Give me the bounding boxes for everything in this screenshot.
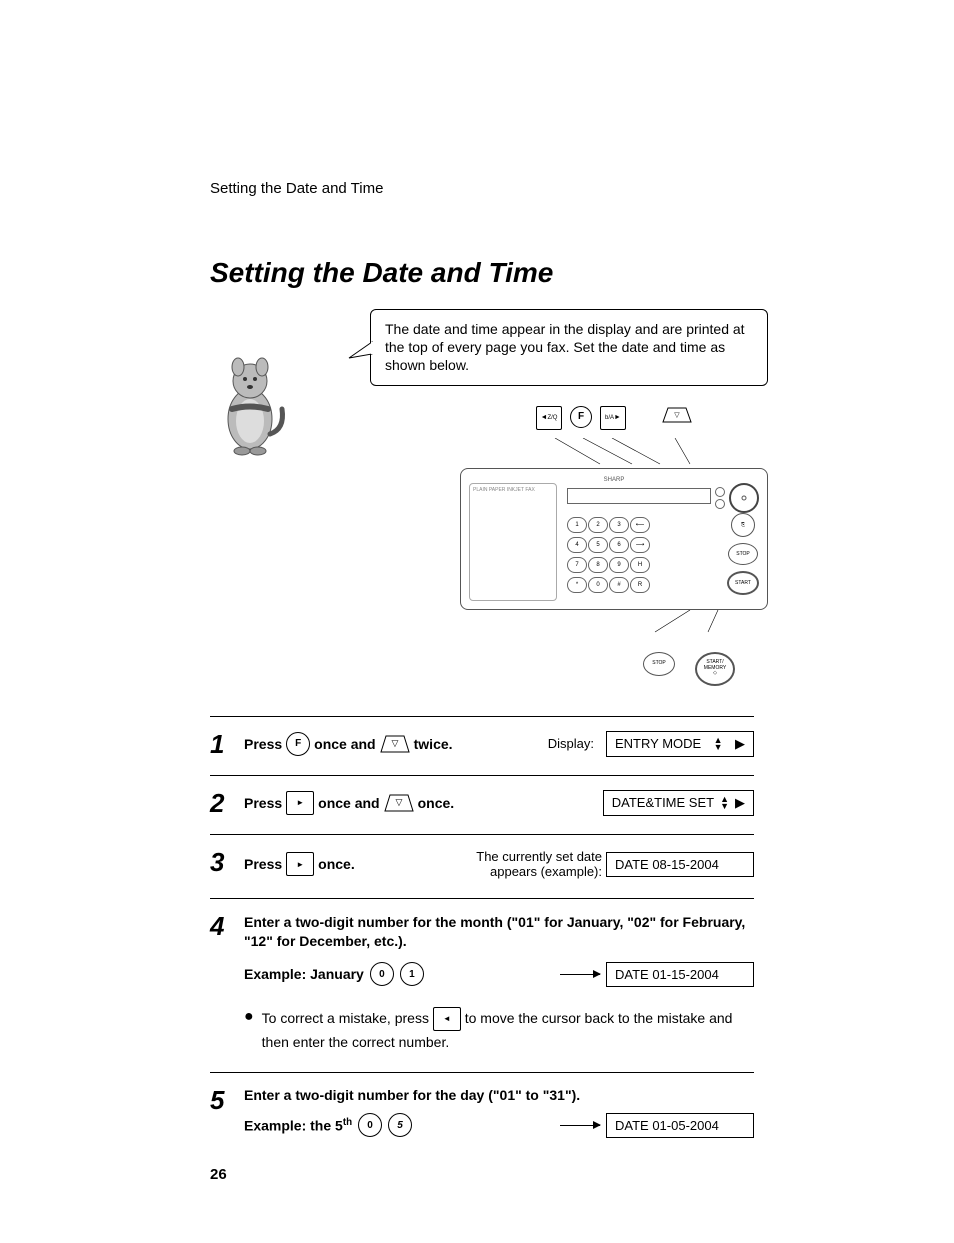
device-diagram: ◄Z/Q F b/A► ▽ SHARP PLAIN PAPER INKJ bbox=[460, 406, 768, 686]
arrow-right-icon bbox=[560, 1125, 600, 1126]
keypad-0-icon: 0 bbox=[370, 962, 394, 986]
stop-button-icon: STOP bbox=[728, 543, 758, 565]
arrow-right-icon bbox=[560, 974, 600, 975]
svg-text:▽: ▽ bbox=[391, 738, 398, 748]
speech-bubble: The date and time appear in the display … bbox=[370, 309, 768, 386]
start-key-callout: START/ MEMORY ◇ bbox=[695, 652, 735, 686]
up-down-arrows-icon: ▲▼ bbox=[714, 737, 723, 750]
device-lcd bbox=[567, 488, 711, 504]
right-arrow-key-icon: ► bbox=[286, 791, 314, 815]
menu-key-icon: ▽ bbox=[662, 406, 692, 424]
display-label: Display: bbox=[548, 736, 594, 751]
up-down-arrows-icon: ▲▼ bbox=[720, 796, 729, 809]
menu-key-icon: ▽ bbox=[384, 793, 414, 813]
display-readout: DATE 01-05-2004 bbox=[606, 1113, 754, 1138]
function-key-icon: F bbox=[286, 732, 310, 756]
right-arrow-key-icon: ► bbox=[286, 852, 314, 876]
page-title: Setting the Date and Time bbox=[210, 257, 754, 289]
keypad-1-icon: 1 bbox=[400, 962, 424, 986]
device-keypad: 123⟵ 456⟶ 789H *0#R bbox=[567, 517, 648, 595]
running-header: Setting the Date and Time bbox=[210, 180, 754, 197]
stop-key-callout: STOP bbox=[643, 652, 675, 676]
display-readout: DATE&TIME SET ▲▼ ▶ bbox=[603, 790, 754, 816]
svg-text:▽: ▽ bbox=[674, 412, 680, 419]
function-key-icon: F bbox=[570, 406, 592, 428]
menu-key-icon: ▽ bbox=[380, 734, 410, 754]
display-readout: DATE 01-15-2004 bbox=[606, 962, 754, 987]
display-readout: ENTRY MODE ▲▼ ▶ bbox=[606, 731, 754, 757]
step-1: 1 Press F once and ▽ twice. Display: ENT… bbox=[210, 716, 754, 775]
step-2: 2 Press ► once and ▽ once. DATE&TIME SET… bbox=[210, 775, 754, 834]
bullet-icon: ● bbox=[244, 1007, 254, 1026]
copy-button-icon: ⎘ bbox=[731, 513, 755, 537]
keypad-5-icon: 5 bbox=[388, 1113, 412, 1137]
start-button-icon: START bbox=[727, 571, 759, 595]
left-arrow-key-icon: ◄Z/Q bbox=[536, 406, 562, 430]
step-3: 3 Press ► once. The currently set date a… bbox=[210, 834, 754, 898]
step-number: 4 bbox=[210, 913, 232, 939]
step-number: 3 bbox=[210, 849, 232, 875]
svg-text:▽: ▽ bbox=[395, 797, 402, 807]
display-readout: DATE 08-15-2004 bbox=[606, 852, 754, 877]
keypad-0-icon: 0 bbox=[358, 1113, 382, 1137]
page-number: 26 bbox=[210, 1166, 754, 1183]
right-arrow-key-icon: b/A► bbox=[600, 406, 626, 430]
step-4: 4 Enter a two-digit number for the month… bbox=[210, 898, 754, 1072]
left-arrow-key-icon: ◄ bbox=[433, 1007, 461, 1031]
device-output-tray: PLAIN PAPER INKJET FAX bbox=[469, 483, 557, 601]
step-number: 1 bbox=[210, 731, 232, 757]
step-5: 5 Enter a two-digit number for the day (… bbox=[210, 1072, 754, 1156]
step-number: 5 bbox=[210, 1087, 232, 1113]
mascot-illustration bbox=[210, 349, 290, 464]
device-nav-dial bbox=[729, 483, 759, 513]
step-number: 2 bbox=[210, 790, 232, 816]
